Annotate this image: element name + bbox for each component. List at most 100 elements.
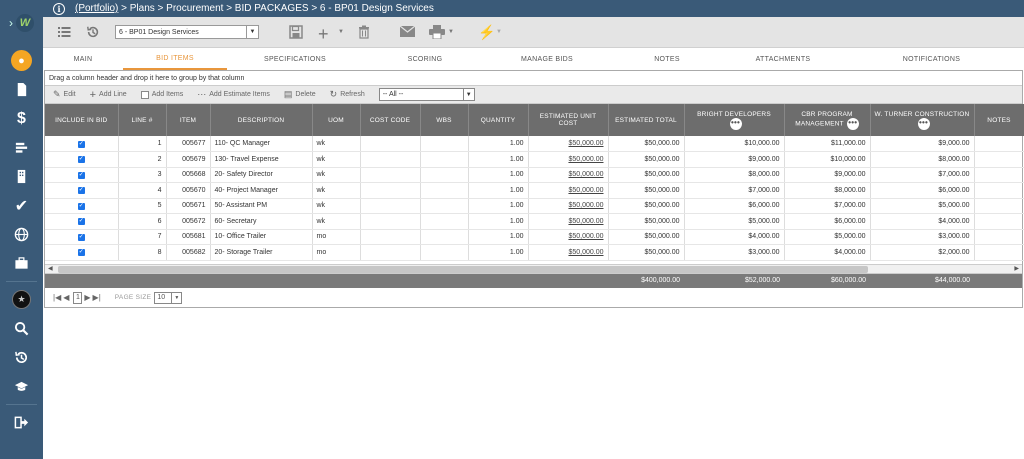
expand-chevron-icon[interactable]: › (9, 16, 13, 30)
cell-item[interactable]: 005677 (166, 136, 211, 152)
col-estimated-unit-cost[interactable]: ESTIMATED UNIT COST (528, 104, 609, 136)
include-checkbox[interactable]: ✓ (77, 171, 85, 179)
include-checkbox[interactable]: ✓ (77, 233, 85, 241)
tab-manage-bids[interactable]: MANAGE BIDS (487, 48, 607, 70)
cell-total[interactable]: $50,000.00 (608, 198, 685, 214)
cell-quantity[interactable]: 1.00 (468, 182, 529, 199)
cell-unit-cost[interactable]: $50,000.00 (528, 229, 609, 245)
chevron-down-icon-2[interactable]: ▼ (448, 29, 454, 35)
cell-item[interactable]: 005668 (166, 167, 211, 183)
cell-bidder-1[interactable]: $8,000.00 (684, 167, 785, 183)
cell-cost-code[interactable] (360, 167, 421, 183)
cell-wbs[interactable] (420, 151, 469, 168)
cell-unit-cost-value[interactable]: $50,000.00 (568, 202, 603, 209)
cell-include[interactable]: ✓ (45, 229, 119, 245)
add-items-button[interactable]: Add Items (140, 90, 183, 99)
cell-bidder-3[interactable]: $3,000.00 (870, 229, 975, 245)
cell-include[interactable]: ✓ (45, 198, 119, 214)
nav-portfolio[interactable] (0, 249, 43, 278)
cell-quantity[interactable]: 1.00 (468, 167, 529, 183)
cell-wbs[interactable] (420, 198, 469, 214)
first-page-icon[interactable]: |◀ (53, 293, 61, 302)
col-include-in-bid[interactable]: INCLUDE IN BID (45, 104, 119, 136)
cell-line[interactable]: 1 (118, 136, 167, 152)
col-description[interactable]: DESCRIPTION (210, 104, 313, 136)
scrollbar-thumb[interactable] (58, 265, 868, 273)
nav-tasks[interactable]: ✔ (0, 191, 43, 220)
nav-user[interactable]: ★ (0, 285, 43, 314)
cell-bidder-1[interactable]: $9,000.00 (684, 151, 785, 168)
include-checkbox[interactable]: ✓ (77, 202, 85, 210)
include-checkbox[interactable]: ✓ (77, 187, 85, 195)
col-uom[interactable]: UOM (312, 104, 361, 136)
cell-notes[interactable] (974, 136, 1024, 152)
cell-quantity[interactable]: 1.00 (468, 213, 529, 230)
cell-include[interactable]: ✓ (45, 213, 119, 230)
cell-item[interactable]: 005681 (166, 229, 211, 245)
cell-notes[interactable] (974, 229, 1024, 245)
cell-total[interactable]: $50,000.00 (608, 213, 685, 230)
cell-uom[interactable]: mo (312, 229, 361, 245)
cell-wbs[interactable] (420, 244, 469, 261)
cell-notes[interactable] (974, 151, 1024, 168)
tab-notifications[interactable]: NOTIFICATIONS (839, 48, 1024, 70)
table-row[interactable]: ✓ 6 005672 60- Secretary wk 1.00 $50,000.00 $50… (45, 213, 1024, 230)
cell-bidder-3[interactable]: $5,000.00 (870, 198, 975, 214)
cell-wbs[interactable] (420, 136, 469, 152)
cell-uom[interactable]: wk (312, 198, 361, 214)
cell-cost-code[interactable] (360, 244, 421, 261)
cell-description[interactable]: 20- Storage Trailer (210, 244, 313, 261)
cell-notes[interactable] (974, 182, 1024, 199)
cell-cost-code[interactable] (360, 182, 421, 199)
horizontal-scrollbar[interactable]: ◀ ▶ (45, 263, 1022, 274)
cell-include[interactable]: ✓ (45, 244, 119, 261)
cell-bidder-2[interactable]: $5,000.00 (784, 229, 871, 245)
prev-page-icon[interactable]: ◀ (63, 293, 69, 302)
cell-unit-cost[interactable]: $50,000.00 (528, 244, 609, 261)
cell-cost-code[interactable] (360, 198, 421, 214)
cell-cost-code[interactable] (360, 151, 421, 168)
cell-bidder-2[interactable]: $7,000.00 (784, 198, 871, 214)
cell-bidder-3[interactable]: $8,000.00 (870, 151, 975, 168)
cell-line[interactable]: 2 (118, 151, 167, 168)
cell-line[interactable]: 7 (118, 229, 167, 245)
tab-notes[interactable]: NOTES (607, 48, 727, 70)
cell-notes[interactable] (974, 244, 1024, 261)
cell-description[interactable]: 40- Project Manager (210, 182, 313, 199)
include-checkbox[interactable]: ✓ (77, 140, 85, 148)
tab-scoring[interactable]: SCORING (363, 48, 487, 70)
cell-item[interactable]: 005682 (166, 244, 211, 261)
scroll-right-icon[interactable]: ▶ (1014, 265, 1019, 274)
cell-quantity[interactable]: 1.00 (468, 136, 529, 152)
cell-line[interactable]: 6 (118, 213, 167, 230)
table-row[interactable]: ✓ 7 005681 10- Office Trailer mo 1.00 $50,000.… (45, 229, 1024, 245)
cell-bidder-1[interactable]: $10,000.00 (684, 136, 785, 152)
cell-total[interactable]: $50,000.00 (608, 244, 685, 261)
col-estimated-total[interactable]: ESTIMATED TOTAL (608, 104, 685, 136)
include-checkbox[interactable]: ✓ (77, 249, 85, 257)
cell-wbs[interactable] (420, 213, 469, 230)
cell-unit-cost-value[interactable]: $50,000.00 (568, 233, 603, 240)
current-page[interactable]: 1 (73, 291, 83, 304)
cell-cost-code[interactable] (360, 229, 421, 245)
more-options-icon[interactable]: ••• (729, 117, 742, 130)
cell-item[interactable]: 005679 (166, 151, 211, 168)
nav-training[interactable] (0, 372, 43, 401)
cell-unit-cost[interactable]: $50,000.00 (528, 182, 609, 199)
nav-schedule[interactable] (0, 133, 43, 162)
cell-unit-cost-value[interactable]: $50,000.00 (568, 171, 603, 178)
tab-specifications[interactable]: SPECIFICATIONS (227, 48, 363, 70)
page-size-select[interactable]: 10 ▼ (154, 291, 183, 304)
cell-line[interactable]: 4 (118, 182, 167, 199)
nav-logout[interactable] (0, 408, 43, 437)
cell-uom[interactable]: wk (312, 136, 361, 152)
scroll-left-icon[interactable]: ◀ (48, 265, 53, 274)
add-icon[interactable]: + (318, 24, 329, 45)
cell-quantity[interactable]: 1.00 (468, 151, 529, 168)
cell-total[interactable]: $50,000.00 (608, 182, 685, 199)
table-row[interactable]: ✓ 4 005670 40- Project Manager wk 1.00 $50,000… (45, 182, 1024, 199)
cell-description[interactable]: 20- Safety Director (210, 167, 313, 183)
cell-notes[interactable] (974, 198, 1024, 214)
cell-bidder-2[interactable]: $8,000.00 (784, 182, 871, 199)
list-view-icon[interactable] (58, 26, 71, 38)
